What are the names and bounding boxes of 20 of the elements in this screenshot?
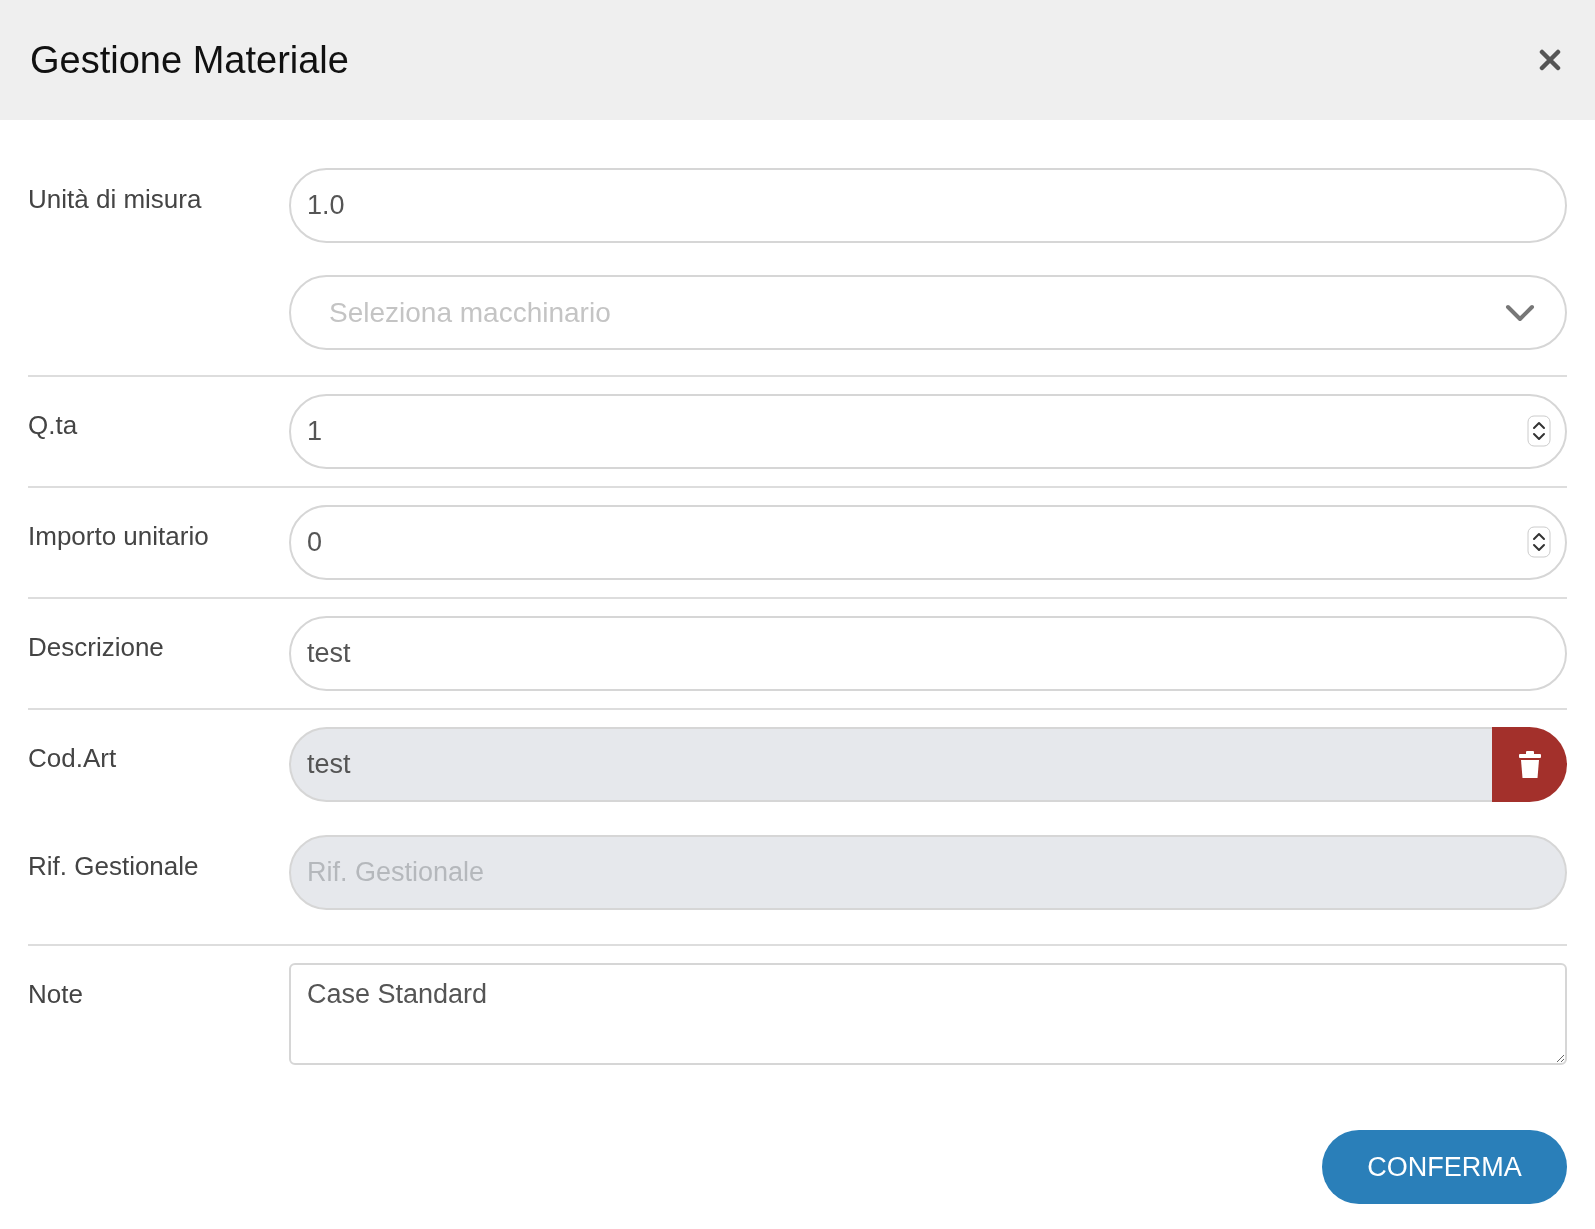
- field-label: Note: [28, 978, 84, 1010]
- spinner-icon[interactable]: [1527, 526, 1551, 558]
- field-label: Importo unitario: [28, 520, 210, 552]
- number-field[interactable]: 1: [289, 394, 1567, 469]
- input-field[interactable]: 1.0: [289, 168, 1567, 243]
- field-label: Cod.Art: [28, 742, 118, 774]
- confirm-button[interactable]: CONFERMA: [1322, 1130, 1567, 1204]
- delete-button[interactable]: [1492, 727, 1567, 802]
- close-icon: [1539, 49, 1561, 71]
- spinner-icon[interactable]: [1527, 415, 1551, 447]
- field-label: Descrizione: [28, 631, 165, 663]
- trash-icon: [1517, 750, 1542, 779]
- input-field[interactable]: test: [289, 616, 1567, 691]
- chevron-down-icon: [1505, 303, 1535, 322]
- note-textarea[interactable]: Case Standard: [289, 963, 1567, 1065]
- field-label: Unità di misura: [28, 183, 203, 215]
- dialog-title: Gestione Materiale: [30, 38, 349, 82]
- number-field[interactable]: 0: [289, 505, 1567, 580]
- field-label: Rif. Gestionale: [28, 850, 200, 882]
- field-label: Q.ta: [28, 409, 79, 441]
